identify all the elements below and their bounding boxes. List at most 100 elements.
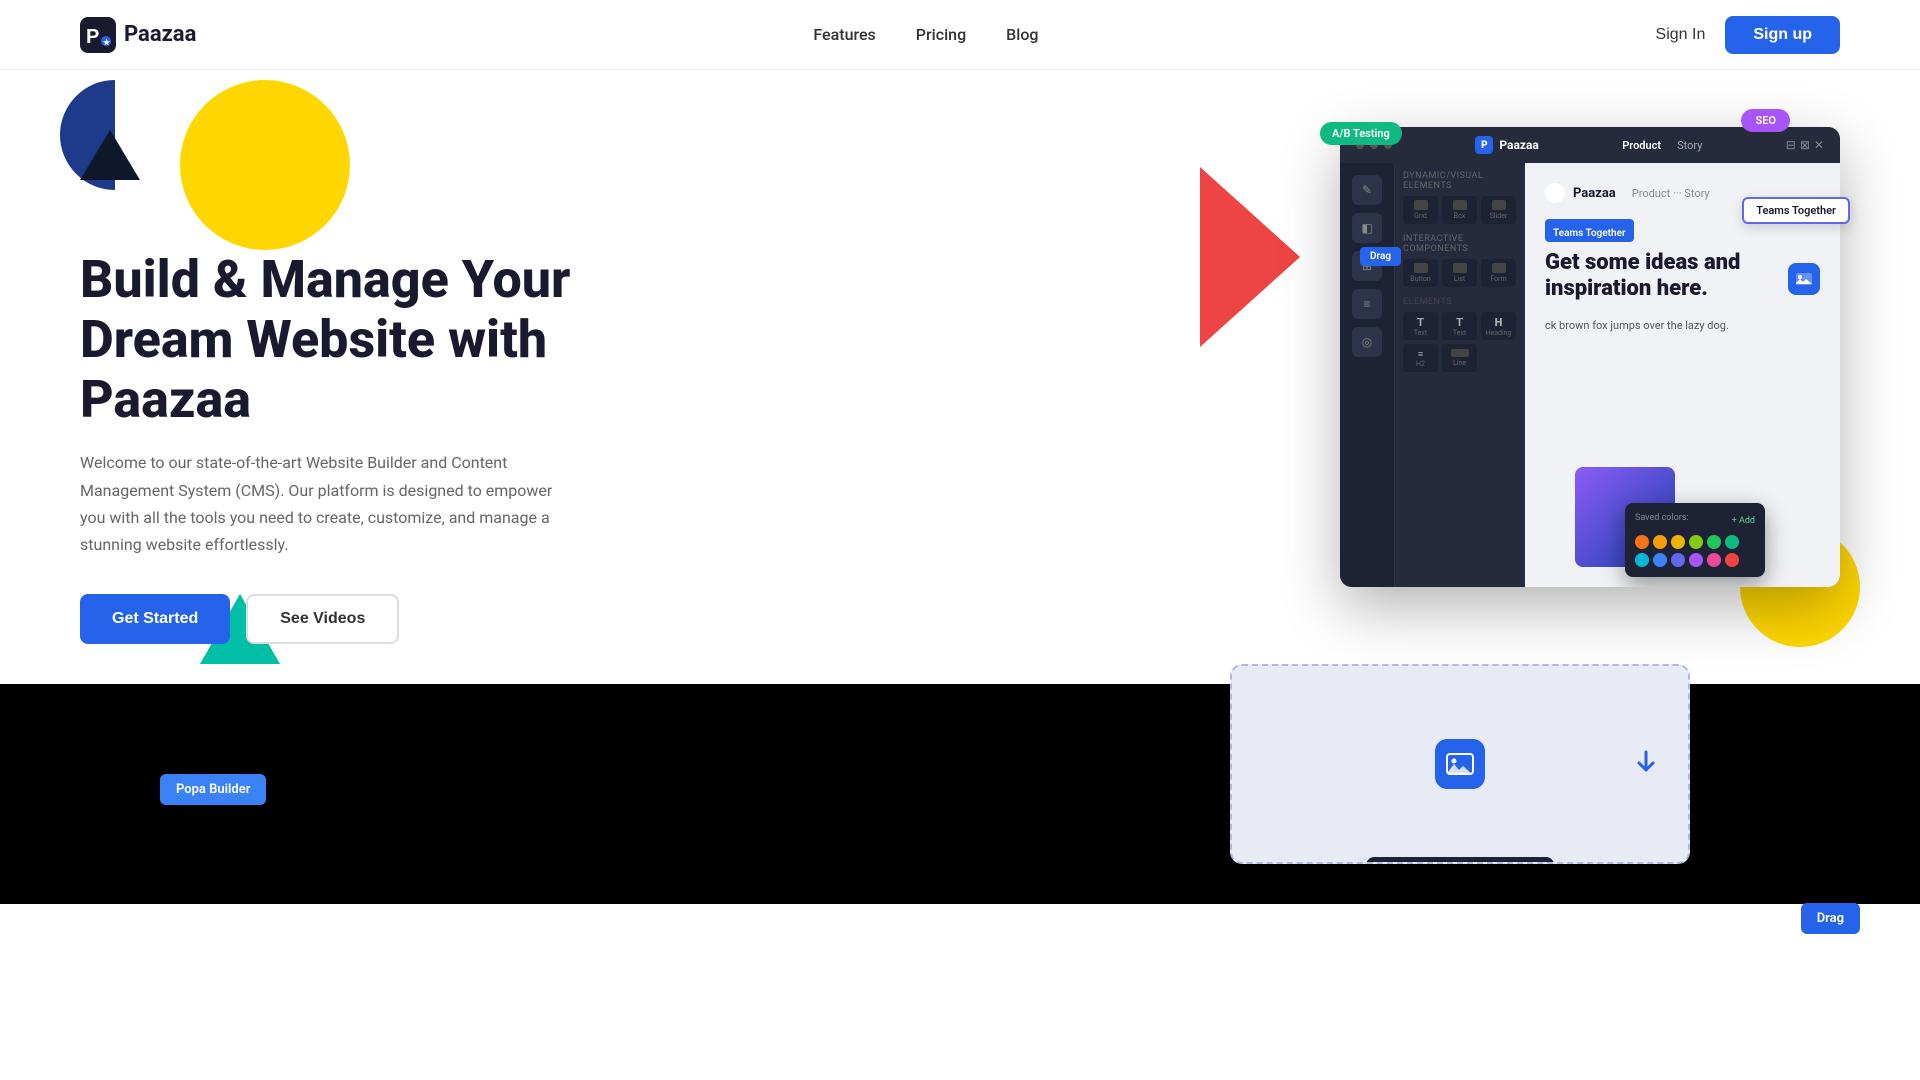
panel-item-5: List [1442,259,1477,287]
panel-items-2: Button List Form [1403,259,1516,287]
hero-content: Build & Manage Your Dream Website with P… [80,70,640,684]
sidebar-icon-2: ◧ [1352,213,1382,243]
builder-preview-inner: T Text T Text H Heading F Float [1232,666,1688,862]
minimize-icon: ⊟ [1786,138,1796,152]
popa-builder-badge: Popa Builder [160,774,266,805]
hero-app-preview: A/B Testing SEO Teams Together Drag P [1260,127,1840,627]
panel-item-4: Button [1403,259,1438,287]
panel-item-11: Line [1442,344,1477,372]
app-logo-icon: P [1475,136,1493,154]
tab-product[interactable]: Product [1622,139,1661,152]
panel-item-3: Slider [1481,196,1516,224]
sign-in-button[interactable]: Sign In [1656,26,1706,44]
see-videos-button[interactable]: See Videos [246,594,399,644]
app-topbar: P Paazaa Product Story ⊟ ⊠ ✕ [1340,127,1840,163]
panel-section-1: DYNAMIC/VISUAL ELEMENTS Grid Box Slider [1403,171,1516,224]
sidebar-icon-5: ◎ [1352,327,1382,357]
builder-toolbar: T Text T Text H Heading F Float [1366,857,1554,864]
swatch-4[interactable] [1689,535,1703,549]
builder-icon [1435,739,1485,789]
toolbar-item-h: H Heading [1456,863,1506,864]
app-window: P Paazaa Product Story ⊟ ⊠ ✕ [1340,127,1840,587]
panel-item-1: Grid [1403,196,1438,224]
logo-icon: P ★ [80,17,116,53]
app-sidebar: ✎ ◧ ⊞ ≡ ◎ [1340,163,1395,587]
nav-pricing[interactable]: Pricing [916,25,966,44]
panel-item-6: Form [1481,259,1516,287]
get-started-button[interactable]: Get Started [80,594,230,644]
tab-story[interactable]: Story [1677,139,1702,152]
canvas-teams-label: Teams Together [1545,219,1634,242]
app-panel: DYNAMIC/VISUAL ELEMENTS Grid Box Slider … [1395,163,1525,587]
icon-badge [1788,263,1820,295]
ab-testing-badge: A/B Testing [1320,122,1402,145]
navbar: P ★ Paazaa Features Pricing Blog Sign In… [0,0,1920,70]
canvas-content: Paazaa Product ··· Story Teams Together … [1525,163,1840,352]
arrow-icon [1634,750,1658,774]
window-action-icons: ⊟ ⊠ ✕ [1786,138,1824,152]
toolbar-item-t2: T Text [1414,863,1454,864]
seo-badge: SEO [1741,109,1790,132]
hero-section: Build & Manage Your Dream Website with P… [0,70,1920,684]
add-color-label[interactable]: + Add [1732,516,1755,526]
swatch-3[interactable] [1671,535,1685,549]
nav-features[interactable]: Features [813,25,875,44]
app-logo-name: Paazaa [1499,138,1538,152]
swatch-6[interactable] [1725,535,1739,549]
canvas-logo-text: Paazaa [1573,186,1616,201]
canvas-teams-text: Teams Together [1553,228,1626,239]
canvas-logo-subtext: Product ··· Story [1632,187,1710,200]
swatch-1[interactable] [1635,535,1649,549]
svg-text:P: P [86,26,99,48]
hero-buttons: Get Started See Videos [80,594,640,644]
canvas-logo-icon [1545,183,1565,203]
panel-item-9: HHeading [1481,312,1516,340]
close-icon: ✕ [1814,138,1824,152]
panel-item-10: ≡H2 [1403,344,1438,372]
panel-section-3: ELEMENTS TText TText HHeading ≡H2 Line [1403,297,1516,372]
color-swatches [1635,535,1755,567]
icon-cursor [1788,263,1820,295]
panel-item-8: TText [1442,312,1477,340]
nav-actions: Sign In Sign up [1656,16,1840,54]
panel-label-1: DYNAMIC/VISUAL ELEMENTS [1403,171,1516,191]
panel-label-3: ELEMENTS [1403,297,1516,307]
swatch-10[interactable] [1689,553,1703,567]
drag-badge-bottom: Drag [1801,903,1860,934]
color-picker-header: Saved colors: + Add [1635,513,1755,529]
sign-up-button[interactable]: Sign up [1725,16,1840,54]
swatch-5[interactable] [1707,535,1721,549]
nav-links: Features Pricing Blog [813,25,1038,44]
panel-items-3: TText TText HHeading ≡H2 Line [1403,312,1516,372]
builder-preview: T Text T Text H Heading F Float [1230,664,1690,864]
app-window-tabs: Product Story [1622,139,1702,152]
deco-red-triangle [1200,167,1330,371]
builder-image-icon [1446,750,1474,778]
panel-item-2: Box [1442,196,1477,224]
swatch-12[interactable] [1725,553,1739,567]
svg-text:★: ★ [103,38,111,47]
teams-badge: Teams Together [1742,197,1850,224]
app-body: ✎ ◧ ⊞ ≡ ◎ DYNAMIC/VISUAL ELEMENTS Grid B… [1340,163,1840,587]
swatch-2[interactable] [1653,535,1667,549]
nav-blog[interactable]: Blog [1006,25,1038,44]
image-icon [1795,270,1813,288]
panel-items-1: Grid Box Slider [1403,196,1516,224]
hero-title: Build & Manage Your Dream Website with P… [80,250,640,429]
logo[interactable]: P ★ Paazaa [80,17,196,53]
app-logo-letter: P [1481,140,1488,151]
swatch-9[interactable] [1671,553,1685,567]
saved-colors-label: Saved colors: [1635,513,1689,523]
cursor-arrow [1634,750,1658,778]
hero-subtitle: Welcome to our state-of-the-art Website … [80,449,580,558]
logo-text: Paazaa [124,22,196,47]
panel-section-2: INTERACTIVE COMPONENTS Button List Form [1403,234,1516,287]
swatch-8[interactable] [1653,553,1667,567]
maximize-icon: ⊠ [1800,138,1810,152]
swatch-7[interactable] [1635,553,1649,567]
sidebar-icon-4: ≡ [1352,289,1382,319]
color-picker-popup: Saved colors: + Add [1625,503,1765,577]
canvas-fox-text: ck brown fox jumps over the lazy dog. [1545,319,1820,332]
panel-item-7: TText [1403,312,1438,340]
swatch-11[interactable] [1707,553,1721,567]
